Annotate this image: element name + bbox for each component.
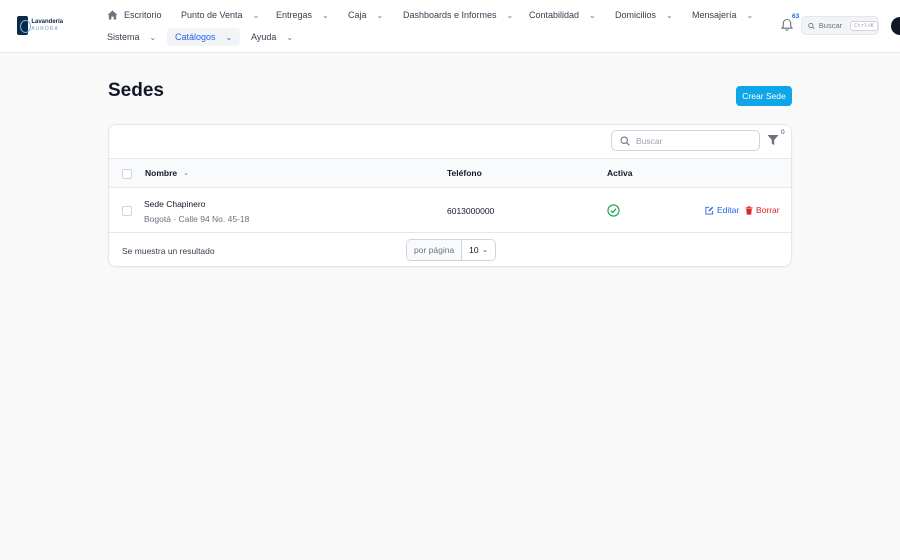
per-page-label: por página bbox=[407, 240, 463, 260]
sede-phone: 6013000000 bbox=[447, 206, 495, 216]
chevron-down-icon: ⌄ bbox=[506, 10, 514, 20]
sede-address: Bogotá · Calle 94 No. 45-18 bbox=[144, 214, 250, 224]
per-page-value: 10 bbox=[469, 245, 479, 255]
sedes-table-card: 0 Nombre ⌄ Teléfono Activa Sede Chapiner… bbox=[108, 124, 792, 267]
search-icon bbox=[808, 22, 815, 29]
nav-caja[interactable]: Caja ⌄ bbox=[348, 6, 383, 24]
chevron-down-icon: ⌄ bbox=[322, 10, 329, 20]
nav-label: Ayuda bbox=[251, 32, 277, 42]
chevron-down-icon: ⌄ bbox=[589, 10, 596, 20]
nav-punto-de-venta[interactable]: Punto de Venta ⌄ bbox=[181, 6, 259, 24]
nav-label: Sistema bbox=[107, 32, 140, 42]
column-label: Nombre bbox=[145, 168, 178, 178]
chevron-down-icon: ⌄ bbox=[225, 32, 233, 42]
chevron-down-icon: ⌄ bbox=[149, 32, 157, 42]
filter-count-badge: 0 bbox=[781, 129, 785, 136]
select-all-checkbox[interactable] bbox=[122, 169, 132, 179]
create-sede-button[interactable]: Crear Sede bbox=[736, 86, 792, 106]
table-search-input[interactable] bbox=[636, 135, 746, 146]
chevron-down-icon: ⌄ bbox=[666, 10, 673, 20]
nav-domicilios[interactable]: Domicilios ⌄ bbox=[615, 6, 673, 24]
notification-count-badge: 63 bbox=[792, 13, 800, 20]
chevron-down-icon: ⌄ bbox=[482, 247, 488, 254]
edit-label: Editar bbox=[717, 205, 740, 215]
nav-sistema[interactable]: Sistema ⌄ bbox=[107, 28, 156, 46]
keyboard-shortcut: Ctrl+K bbox=[850, 20, 878, 31]
results-summary: Se muestra un resultado bbox=[122, 246, 215, 256]
nav-label: Contabilidad bbox=[529, 10, 580, 20]
check-circle-icon bbox=[607, 204, 620, 217]
home-icon bbox=[107, 10, 118, 20]
chevron-down-icon: ⌄ bbox=[746, 10, 754, 20]
nav-ayuda[interactable]: Ayuda ⌄ bbox=[251, 28, 293, 46]
column-label: Teléfono bbox=[447, 168, 482, 178]
global-search-button[interactable]: Buscar Ctrl+K bbox=[801, 16, 879, 35]
table-row[interactable]: Sede Chapinero Bogotá · Calle 94 No. 45-… bbox=[109, 188, 791, 233]
nav-label: Dashboards e Informes bbox=[403, 10, 497, 20]
nav-dashboards[interactable]: Dashboards e Informes ⌄ bbox=[403, 6, 513, 24]
pencil-square-icon bbox=[705, 206, 714, 215]
nav-escritorio[interactable]: Escritorio bbox=[107, 6, 162, 24]
row-checkbox[interactable] bbox=[122, 206, 132, 216]
filter-icon[interactable] bbox=[767, 134, 779, 146]
nav-label: Domicilios bbox=[615, 10, 657, 20]
table-header: Nombre ⌄ Teléfono Activa bbox=[109, 158, 791, 188]
column-header-active: Activa bbox=[607, 168, 633, 178]
column-label: Activa bbox=[607, 168, 633, 178]
nav-label: Catálogos bbox=[175, 32, 216, 42]
chevron-down-icon: ⌄ bbox=[376, 10, 384, 20]
edit-button[interactable]: Editar bbox=[705, 205, 739, 215]
column-header-name[interactable]: Nombre ⌄ bbox=[145, 168, 189, 178]
nav-label: Entregas bbox=[276, 10, 313, 20]
top-navigation: Lavandería AURORA Escritorio Punto de Ve… bbox=[0, 0, 900, 53]
user-avatar[interactable] bbox=[891, 17, 900, 35]
table-search-box[interactable] bbox=[611, 130, 760, 151]
logo-mark-icon bbox=[17, 16, 32, 35]
trash-icon bbox=[745, 205, 753, 215]
chevron-down-icon: ⌄ bbox=[252, 10, 260, 20]
nav-catalogos[interactable]: Catálogos ⌄ bbox=[167, 28, 241, 46]
search-icon bbox=[620, 135, 630, 146]
brand-logo[interactable]: Lavandería AURORA bbox=[17, 16, 63, 35]
nav-mensajeria[interactable]: Mensajería ⌄ bbox=[692, 6, 753, 24]
nav-entregas[interactable]: Entregas ⌄ bbox=[276, 6, 329, 24]
per-page-select[interactable]: por página 10 ⌄ bbox=[406, 239, 496, 261]
chevron-down-icon: ⌄ bbox=[286, 32, 294, 42]
bell-icon[interactable] bbox=[780, 18, 794, 32]
delete-label: Borrar bbox=[756, 205, 780, 215]
global-search-label: Buscar bbox=[818, 21, 843, 30]
sort-chevron-icon: ⌄ bbox=[183, 170, 189, 177]
delete-button[interactable]: Borrar bbox=[745, 205, 780, 215]
nav-label: Punto de Venta bbox=[181, 10, 243, 20]
nav-label: Escritorio bbox=[124, 10, 162, 20]
nav-label: Mensajería bbox=[692, 10, 737, 20]
nav-contabilidad[interactable]: Contabilidad ⌄ bbox=[529, 6, 596, 24]
brand-name: Lavandería bbox=[31, 18, 63, 25]
column-header-phone: Teléfono bbox=[447, 168, 482, 178]
page-title: Sedes bbox=[108, 80, 164, 101]
nav-label: Caja bbox=[348, 10, 367, 20]
brand-subname: AURORA bbox=[31, 25, 59, 32]
sede-name: Sede Chapinero bbox=[144, 199, 206, 209]
